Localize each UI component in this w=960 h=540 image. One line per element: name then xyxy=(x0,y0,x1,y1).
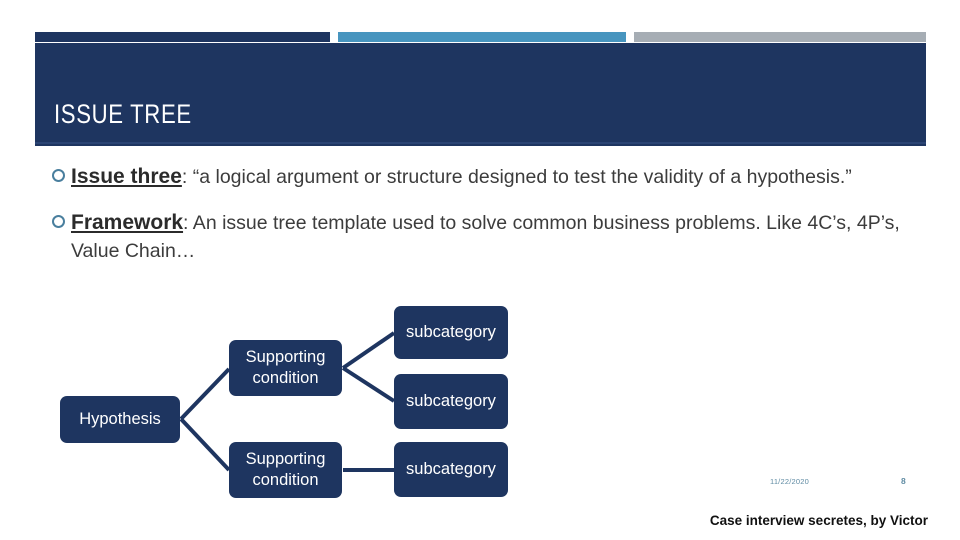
header-decoration-bars xyxy=(0,32,960,42)
bullet-list: Issue three: “a logical argument or stru… xyxy=(35,163,930,283)
hollow-circle-bullet-icon xyxy=(52,215,65,228)
deco-bar-navy xyxy=(35,32,330,42)
slide-number: 8 xyxy=(901,476,906,486)
tree-node-subcategory-3[interactable]: subcategory xyxy=(394,442,508,497)
edge-hypothesis-support1 xyxy=(179,367,231,421)
edge-hypothesis-support2 xyxy=(179,417,231,472)
bullet-lead-label: Framework xyxy=(71,211,184,234)
tree-node-hypothesis[interactable]: Hypothesis xyxy=(60,396,180,443)
tree-node-subcategory-1[interactable]: subcategory xyxy=(394,306,508,359)
tree-node-supporting-condition-2[interactable]: Supporting condition xyxy=(229,442,342,498)
bullet-body-text: : “a logical argument or structure desig… xyxy=(181,166,852,188)
bullet-body-text: : An issue tree template used to solve c… xyxy=(71,212,900,262)
deco-bar-gray xyxy=(634,32,926,42)
bullet-lead-label: Issue three xyxy=(71,165,182,188)
deco-bar-blue xyxy=(338,32,626,42)
tree-node-supporting-condition-1[interactable]: Supporting condition xyxy=(229,340,342,396)
title-band: ISSUE TREE xyxy=(35,43,926,146)
slide-date: 11/22/2020 xyxy=(770,477,809,486)
title-band-underline xyxy=(35,142,926,144)
bullet-item-issue-three: Issue three: “a logical argument or stru… xyxy=(35,163,930,191)
hollow-circle-bullet-icon xyxy=(52,169,65,182)
edge-support1-sub2 xyxy=(341,366,396,403)
footer-credit: Case interview secretes, by Victor xyxy=(709,513,928,528)
edge-support1-sub1 xyxy=(341,331,396,370)
tree-node-subcategory-2[interactable]: subcategory xyxy=(394,374,508,429)
bullet-item-framework: Framework: An issue tree template used t… xyxy=(35,209,930,265)
page-title: ISSUE TREE xyxy=(54,99,192,129)
